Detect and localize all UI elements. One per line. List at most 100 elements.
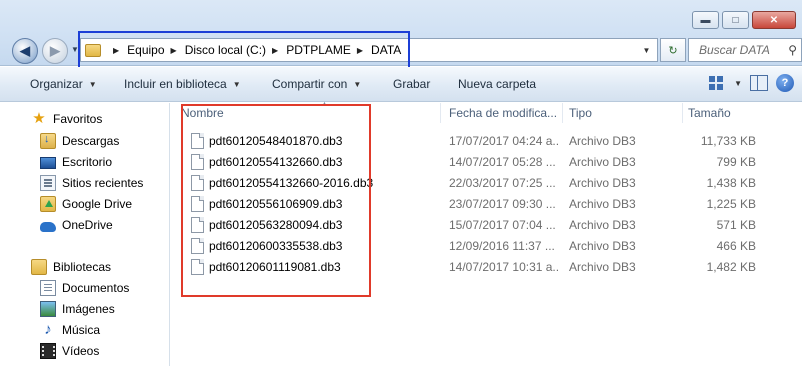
view-options-dropdown-icon[interactable]: ▼ — [734, 79, 742, 88]
chevron-down-icon: ▼ — [88, 79, 97, 89]
file-size: 11,733 KB — [700, 134, 756, 148]
breadcrumb-separator-icon[interactable]: ▶ — [113, 46, 119, 55]
libraries-icon — [31, 259, 47, 275]
help-icon[interactable]: ? — [776, 74, 794, 92]
sidebar-item-label: Favoritos — [53, 112, 103, 126]
breadcrumb-equipo[interactable]: Equipo — [127, 43, 164, 57]
share-with-button[interactable]: Compartir con ▼ — [272, 77, 361, 91]
downloads-folder-icon — [40, 133, 56, 149]
sidebar-item-google-drive[interactable]: Google Drive — [40, 194, 132, 214]
documents-icon — [40, 280, 56, 296]
breadcrumb-separator-icon[interactable]: ▶ — [272, 46, 278, 55]
table-row[interactable]: pdt60120556106909.db3 23/07/2017 09:30 .… — [171, 194, 802, 215]
folder-icon — [85, 43, 101, 57]
search-input[interactable]: Buscar DATA ⚲ — [688, 38, 802, 62]
file-type: Archivo DB3 — [569, 197, 636, 211]
sort-ascending-icon: ▲ — [321, 101, 328, 108]
table-row[interactable]: pdt60120548401870.db3 17/07/2017 04:24 a… — [171, 131, 802, 152]
include-library-button[interactable]: Incluir en biblioteca ▼ — [124, 77, 241, 91]
sidebar-item-favoritos[interactable]: ★ Favoritos — [31, 109, 102, 129]
column-header-label: Fecha de modifica... — [449, 106, 558, 120]
forward-arrow-icon: ▶ — [50, 43, 60, 58]
minimize-button[interactable]: ▬ — [692, 11, 719, 29]
window-frame-top: ▬ □ ✕ ◀ ▶ ▼ ▶ Equipo ▶ Disco local (C:) … — [0, 0, 802, 66]
file-date: 15/07/2017 07:04 ... — [449, 218, 556, 232]
navigation-pane: ★ Favoritos Descargas Escritorio Sitios … — [0, 103, 170, 366]
file-type: Archivo DB3 — [569, 134, 636, 148]
breadcrumb-separator-icon[interactable]: ▶ — [171, 46, 177, 55]
file-name: pdt60120563280094.db3 — [209, 218, 343, 232]
file-icon — [191, 217, 204, 233]
music-note-icon: ♪ — [44, 321, 52, 338]
file-size: 1,225 KB — [706, 197, 756, 211]
breadcrumb-pdtplame[interactable]: PDTPLAME — [286, 43, 351, 57]
file-date: 14/07/2017 10:31 a... — [449, 260, 559, 274]
toolbar-right-group: ▼ ? — [708, 74, 794, 92]
file-type: Archivo DB3 — [569, 218, 636, 232]
column-header-size[interactable]: Tamaño — [688, 103, 778, 123]
column-header-label: Nombre — [181, 106, 224, 120]
chevron-down-icon: ▼ — [353, 79, 362, 89]
refresh-icon: ↻ — [668, 44, 678, 57]
table-row[interactable]: pdt60120600335538.db3 12/09/2016 11:37 .… — [171, 236, 802, 257]
file-icon — [191, 259, 204, 275]
video-film-icon — [40, 343, 56, 359]
burn-button[interactable]: Grabar — [393, 77, 430, 91]
file-size: 466 KB — [716, 239, 756, 253]
sidebar-item-documentos[interactable]: Documentos — [40, 278, 129, 298]
table-row[interactable]: pdt60120554132660-2016.db3 22/03/2017 07… — [171, 173, 802, 194]
onedrive-cloud-icon — [40, 222, 56, 232]
maximize-button[interactable]: □ — [722, 11, 749, 29]
refresh-button[interactable]: ↻ — [660, 38, 686, 62]
sidebar-item-label: Imágenes — [62, 302, 115, 316]
breadcrumb-disco-local[interactable]: Disco local (C:) — [185, 43, 266, 57]
organize-label: Organizar — [30, 77, 83, 91]
close-button[interactable]: ✕ — [752, 11, 796, 29]
sidebar-item-videos[interactable]: Vídeos — [40, 341, 99, 361]
recent-pages-dropdown[interactable]: ▼ — [71, 45, 79, 54]
file-icon — [191, 196, 204, 212]
sidebar-item-bibliotecas[interactable]: Bibliotecas — [31, 257, 111, 277]
column-header-label: Tamaño — [688, 106, 731, 120]
change-view-icon[interactable] — [708, 75, 726, 91]
file-icon — [191, 133, 204, 149]
search-icon[interactable]: ⚲ — [788, 43, 797, 57]
sidebar-item-sitios-recientes[interactable]: Sitios recientes — [40, 173, 143, 193]
file-list: Nombre ▲ Fecha de modifica... Tipo Tamañ… — [171, 101, 802, 366]
sidebar-item-onedrive[interactable]: OneDrive — [40, 215, 113, 235]
column-header-name[interactable]: Nombre ▲ — [181, 101, 441, 123]
desktop-icon — [40, 157, 56, 169]
file-date: 22/03/2017 07:25 ... — [449, 176, 556, 190]
table-row[interactable]: pdt60120563280094.db3 15/07/2017 07:04 .… — [171, 215, 802, 236]
file-size: 1,438 KB — [706, 176, 756, 190]
breadcrumb-separator-icon[interactable]: ▶ — [357, 46, 363, 55]
table-row[interactable]: pdt60120554132660.db3 14/07/2017 05:28 .… — [171, 152, 802, 173]
address-bar[interactable]: ▶ Equipo ▶ Disco local (C:) ▶ PDTPLAME ▶… — [80, 38, 658, 62]
column-header-type[interactable]: Tipo — [569, 103, 683, 123]
file-name: pdt60120554132660.db3 — [209, 155, 343, 169]
file-size: 799 KB — [716, 155, 756, 169]
command-toolbar: Organizar ▼ Incluir en biblioteca ▼ Comp… — [0, 67, 802, 102]
sidebar-item-escritorio[interactable]: Escritorio — [40, 152, 112, 172]
breadcrumb-data[interactable]: DATA — [371, 43, 401, 57]
organize-button[interactable]: Organizar ▼ — [30, 77, 97, 91]
file-type: Archivo DB3 — [569, 260, 636, 274]
file-name: pdt60120600335538.db3 — [209, 239, 343, 253]
share-with-label: Compartir con — [272, 77, 348, 91]
table-row[interactable]: pdt60120601119081.db3 14/07/2017 10:31 a… — [171, 257, 802, 278]
sidebar-item-descargas[interactable]: Descargas — [40, 131, 119, 151]
forward-button[interactable]: ▶ — [42, 38, 68, 64]
sidebar-item-label: Bibliotecas — [53, 260, 112, 274]
sidebar-item-label: OneDrive — [62, 218, 113, 232]
address-dropdown-icon[interactable]: ▼ — [635, 39, 657, 61]
sidebar-item-label: Sitios recientes — [62, 176, 144, 190]
include-library-label: Incluir en biblioteca — [124, 77, 227, 91]
window-controls: ▬ □ ✕ — [692, 11, 796, 29]
column-header-date[interactable]: Fecha de modifica... — [449, 103, 563, 123]
new-folder-button[interactable]: Nueva carpeta — [458, 77, 536, 91]
back-button[interactable]: ◀ — [12, 38, 38, 64]
back-arrow-icon: ◀ — [20, 43, 30, 58]
preview-pane-icon[interactable] — [750, 75, 768, 91]
sidebar-item-musica[interactable]: ♪ Música — [40, 320, 100, 340]
sidebar-item-imagenes[interactable]: Imágenes — [40, 299, 115, 319]
